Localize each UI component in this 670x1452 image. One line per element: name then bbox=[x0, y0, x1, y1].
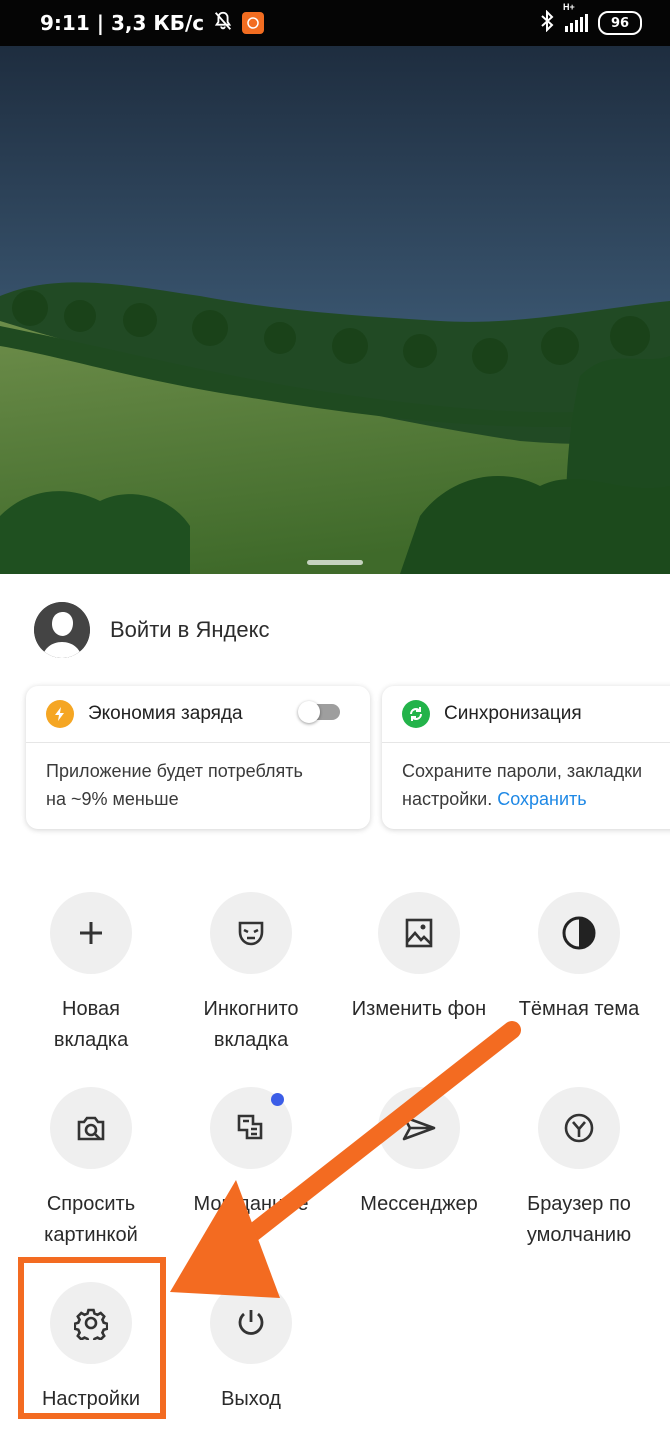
my-data-label: Мои данные bbox=[193, 1193, 309, 1215]
image-icon bbox=[378, 892, 460, 974]
search-by-image-label: Спросить картинкой bbox=[44, 1193, 138, 1246]
battery-saver-desc-line1: Приложение будет потреблять bbox=[46, 761, 303, 781]
messenger-button[interactable]: Мессенджер bbox=[334, 1087, 504, 1220]
default-browser-button[interactable]: Браузер по умолчанию bbox=[494, 1087, 664, 1251]
status-time-speed: 9:11 | 3,3 КБ/с bbox=[40, 11, 205, 35]
avatar bbox=[34, 602, 90, 658]
network-type: H+ bbox=[563, 2, 575, 12]
messenger-label: Мессенджер bbox=[360, 1193, 478, 1215]
settings-label: Настройки bbox=[41, 1388, 141, 1410]
sync-desc-line1: Сохраните пароли, закладки bbox=[402, 761, 643, 781]
default-browser-label: Браузер по умолчанию bbox=[526, 1193, 632, 1246]
exit-button[interactable]: Выход bbox=[166, 1282, 336, 1415]
my-data-icon bbox=[210, 1087, 292, 1169]
incognito-tab-button[interactable]: Инкогнито вкладка bbox=[166, 892, 336, 1056]
bluetooth-icon bbox=[539, 9, 555, 37]
battery-saver-card[interactable]: Экономия заряда Приложение будет потребл… bbox=[26, 686, 370, 829]
lightning-icon bbox=[46, 700, 74, 728]
contrast-icon bbox=[538, 892, 620, 974]
signal-icon: H+ bbox=[563, 2, 588, 32]
sync-card[interactable]: Синхронизация Сохраните пароли, закладки… bbox=[382, 686, 670, 829]
battery-icon: 96 bbox=[598, 11, 642, 35]
my-data-button[interactable]: Мои данные bbox=[166, 1087, 336, 1220]
login-label: Войти в Яндекс bbox=[110, 617, 270, 642]
battery-saver-title: Экономия заряда bbox=[88, 703, 243, 724]
camera-search-icon bbox=[50, 1087, 132, 1169]
wallpaper-image bbox=[0, 46, 670, 574]
plus-icon bbox=[50, 892, 132, 974]
notification-dot bbox=[271, 1093, 284, 1106]
login-row[interactable]: Войти в Яндекс bbox=[34, 602, 269, 658]
battery-level: 96 bbox=[610, 15, 630, 31]
search-by-image-button[interactable]: Спросить картинкой bbox=[6, 1087, 176, 1251]
app-notification-icon bbox=[242, 12, 265, 34]
sync-desc-line2: настройки. bbox=[402, 789, 498, 809]
change-background-button[interactable]: Изменить фон bbox=[334, 892, 504, 1025]
paper-plane-icon bbox=[378, 1087, 460, 1169]
incognito-tab-label: Инкогнито вкладка bbox=[203, 998, 299, 1051]
sheet-drag-handle[interactable] bbox=[307, 560, 363, 565]
notifications-muted-icon bbox=[212, 10, 234, 37]
dark-theme-button[interactable]: Тёмная тема bbox=[494, 892, 664, 1025]
power-icon bbox=[210, 1282, 292, 1364]
mask-icon bbox=[210, 892, 292, 974]
save-link[interactable]: Сохранить bbox=[497, 789, 586, 809]
sync-icon bbox=[402, 700, 430, 728]
background-wallpaper bbox=[0, 46, 670, 574]
new-tab-label: Новая вкладка bbox=[53, 998, 129, 1051]
status-bar: 9:11 | 3,3 КБ/с H+ 96 bbox=[0, 0, 670, 46]
change-background-label: Изменить фон bbox=[351, 998, 487, 1020]
exit-label: Выход bbox=[221, 1388, 281, 1410]
gear-icon bbox=[50, 1282, 132, 1364]
bottom-sheet-menu: Войти в Яндекс Экономия заряда Приложени… bbox=[0, 574, 670, 1452]
new-tab-button[interactable]: Новая вкладка bbox=[6, 892, 176, 1056]
dark-theme-label: Тёмная тема bbox=[518, 998, 640, 1020]
battery-saver-desc-line2: на ~9% меньше bbox=[46, 789, 179, 809]
default-browser-icon bbox=[538, 1087, 620, 1169]
sync-title: Синхронизация bbox=[444, 703, 582, 724]
settings-button[interactable]: Настройки bbox=[6, 1282, 176, 1415]
battery-saver-toggle[interactable] bbox=[298, 701, 340, 723]
